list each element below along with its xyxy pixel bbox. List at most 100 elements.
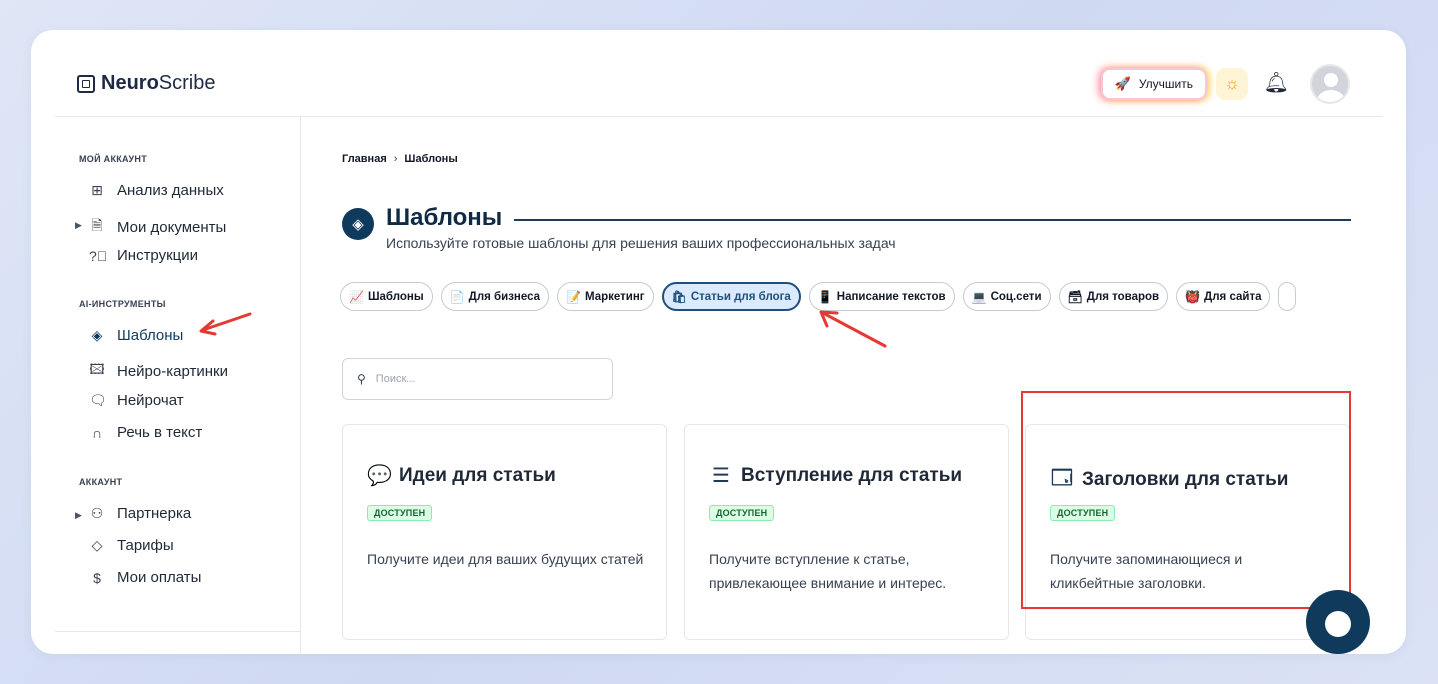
chart-icon: 📈: [349, 289, 364, 304]
card-title: Заголовки для статьи: [1082, 469, 1289, 490]
mask-icon: 👹: [1185, 289, 1201, 304]
expand-caret-icon[interactable]: ▶: [75, 510, 82, 521]
brand-logo[interactable]: NeuroScribe: [77, 72, 216, 95]
sidebar-item-label: Мои документы: [117, 218, 227, 236]
status-badge: ДОСТУПЕН: [367, 505, 433, 521]
sidebar-item-label: Нейро-картинки: [117, 362, 228, 380]
card-title: Вступление для статьи: [741, 464, 963, 486]
page-title: Шаблоны: [386, 204, 503, 231]
help-icon: ?⃝: [89, 247, 108, 264]
sidebar-item-tariffs[interactable]: ◇ Тарифы: [89, 537, 174, 554]
sidebar-divider: [55, 631, 300, 632]
logo-icon: [77, 74, 95, 93]
status-badge: ДОСТУПЕН: [709, 505, 775, 521]
chip-products[interactable]: 🗃 Для товаров: [1058, 282, 1169, 311]
chat-fab-button[interactable]: [1306, 590, 1370, 654]
bell-icon: 🔔︎: [1263, 72, 1289, 94]
users-icon: ⚇: [90, 505, 104, 521]
layers-icon: ◈: [91, 327, 103, 343]
breadcrumb-current: Шаблоны: [404, 153, 458, 165]
breadcrumb: Главная › Шаблоны: [342, 153, 458, 165]
chip-blog-articles[interactable]: 🛍 Статьи для блога: [661, 282, 801, 311]
title-divider: [514, 219, 1351, 221]
section-title-ai-tools: AI-ИНСТРУМЕНТЫ: [79, 299, 166, 309]
document-icon: 🗎: [91, 217, 103, 233]
chip-templates[interactable]: 📈 Шаблоны: [340, 282, 433, 311]
sidebar-item-label: Мои оплаты: [117, 569, 202, 586]
sidebar-item-my-payments[interactable]: $ Мои оплаты: [89, 569, 201, 586]
speech-bubble-icon: 💬: [367, 465, 392, 487]
sidebar-item-my-documents[interactable]: 🗎 Мои документы: [89, 215, 226, 239]
chip-label: Маркетинг: [585, 290, 645, 303]
image-icon: 🖾: [89, 361, 105, 377]
chip-label: Для сайта: [1204, 290, 1262, 303]
brand-name-bold: Neuro: [101, 72, 159, 94]
sidebar-item-partners[interactable]: ⚇ Партнерка: [89, 505, 192, 522]
search-input[interactable]: [375, 373, 596, 385]
app-window: NeuroScribe 🚀 Улучшить ☼ 🔔︎ МОЙ АККАУНТ …: [31, 30, 1406, 654]
phone-icon: 📱: [817, 289, 833, 304]
category-chips: 📈 Шаблоны 📄 Для бизнеса 📝 Маркетинг 🛍 Статьи дл…: [340, 282, 1382, 314]
layers-icon: ◈: [342, 208, 374, 240]
chip-social[interactable]: 💻 Соц.сети: [962, 282, 1051, 311]
sidebar-item-label: Анализ данных: [117, 182, 224, 199]
chip-label: Написание текстов: [836, 290, 946, 303]
chip-website[interactable]: 👹 Для сайта: [1176, 282, 1271, 311]
sidebar-item-label: Инструкции: [117, 247, 199, 264]
rocket-icon: 🚀: [1114, 76, 1131, 91]
card-description: Получите идеи для ваших будущих статей: [367, 551, 644, 567]
sidebar: МОЙ АККАУНТ ⊞ Анализ данных ▶ 🗎 Мои доку…: [55, 117, 301, 654]
chip-business[interactable]: 📄 Для бизнеса: [440, 282, 550, 311]
upgrade-button[interactable]: 🚀 Улучшить: [1100, 68, 1207, 100]
search-field[interactable]: ⚲: [342, 358, 613, 400]
card-description: Получите запоминающиеся и кликбейтные за…: [1050, 551, 1243, 591]
card-description: Получите вступление к статье, привлекающ…: [709, 551, 947, 591]
breadcrumb-home[interactable]: Главная: [342, 153, 387, 165]
template-card-article-ideas[interactable]: 💬 Идеи для статьи ДОСТУПЕН Получите идеи …: [342, 424, 667, 640]
notifications-button[interactable]: 🔔︎: [1264, 70, 1289, 95]
page-icon: 📄: [449, 289, 465, 304]
template-card-article-headlines[interactable]: 🗔 Заголовки для статьи ДОСТУПЕН Получите …: [1025, 424, 1350, 640]
search-icon: ⚲: [357, 372, 366, 386]
memo-icon: 📝: [566, 289, 581, 304]
grid-icon: ⊞: [91, 182, 103, 198]
sidebar-item-label: Нейрочат: [117, 392, 184, 409]
chip-label: Для товаров: [1086, 290, 1160, 303]
chip-label: Шаблоны: [367, 290, 424, 303]
sidebar-item-neurochat[interactable]: 🗨 Нейрочат: [89, 392, 184, 409]
user-avatar[interactable]: [1310, 64, 1350, 104]
sidebar-item-neuro-images[interactable]: 🖾 Нейро-картинки: [89, 359, 228, 383]
card-box-icon: 🗃: [1067, 289, 1083, 304]
tag-icon: ◇: [91, 537, 103, 553]
section-title-account: АККАУНТ: [79, 477, 123, 487]
theme-toggle-button[interactable]: ☼: [1216, 68, 1248, 100]
sidebar-item-label: Шаблоны: [117, 327, 184, 344]
sidebar-item-label: Тарифы: [117, 537, 174, 554]
sidebar-item-label: Партнерка: [117, 505, 192, 522]
upgrade-label: Улучшить: [1138, 77, 1193, 91]
chip-marketing[interactable]: 📝 Маркетинг: [557, 282, 654, 311]
page-subtitle: Используйте готовые шаблоны для решения …: [386, 235, 896, 251]
main-content: Главная › Шаблоны ◈ Шаблоны Используйте …: [302, 117, 1382, 654]
card-title: Идеи для статьи: [399, 464, 556, 486]
text-lines-icon: ☰: [712, 465, 730, 487]
top-bar: NeuroScribe 🚀 Улучшить ☼ 🔔︎: [55, 30, 1382, 117]
breadcrumb-separator: ›: [393, 153, 398, 165]
sidebar-item-label: Речь в текст: [117, 424, 203, 441]
sidebar-item-templates[interactable]: ◈ Шаблоны: [89, 327, 184, 344]
window-icon: 🗔: [1051, 467, 1073, 489]
expand-caret-icon[interactable]: ▶: [75, 220, 82, 231]
chat-icon: 🗨: [89, 392, 107, 408]
chip-label: Для бизнеса: [468, 290, 541, 303]
sidebar-item-instructions[interactable]: ?⃝ Инструкции: [89, 247, 198, 264]
sidebar-item-data-analysis[interactable]: ⊞ Анализ данных: [89, 182, 224, 199]
sidebar-item-speech-to-text[interactable]: ∩ Речь в текст: [89, 424, 202, 441]
chip-label: Соц.сети: [990, 290, 1042, 303]
dollar-icon: $: [93, 569, 101, 586]
chip-more[interactable]: [1278, 282, 1297, 311]
sun-icon: ☼: [1224, 74, 1240, 93]
chip-copywriting[interactable]: 📱 Написание текстов: [808, 282, 955, 311]
status-badge: ДОСТУПЕН: [1050, 505, 1116, 521]
laptop-icon: 💻: [971, 289, 987, 304]
template-card-article-intro[interactable]: ☰ Вступление для статьи ДОСТУПЕН Получите…: [684, 424, 1009, 640]
